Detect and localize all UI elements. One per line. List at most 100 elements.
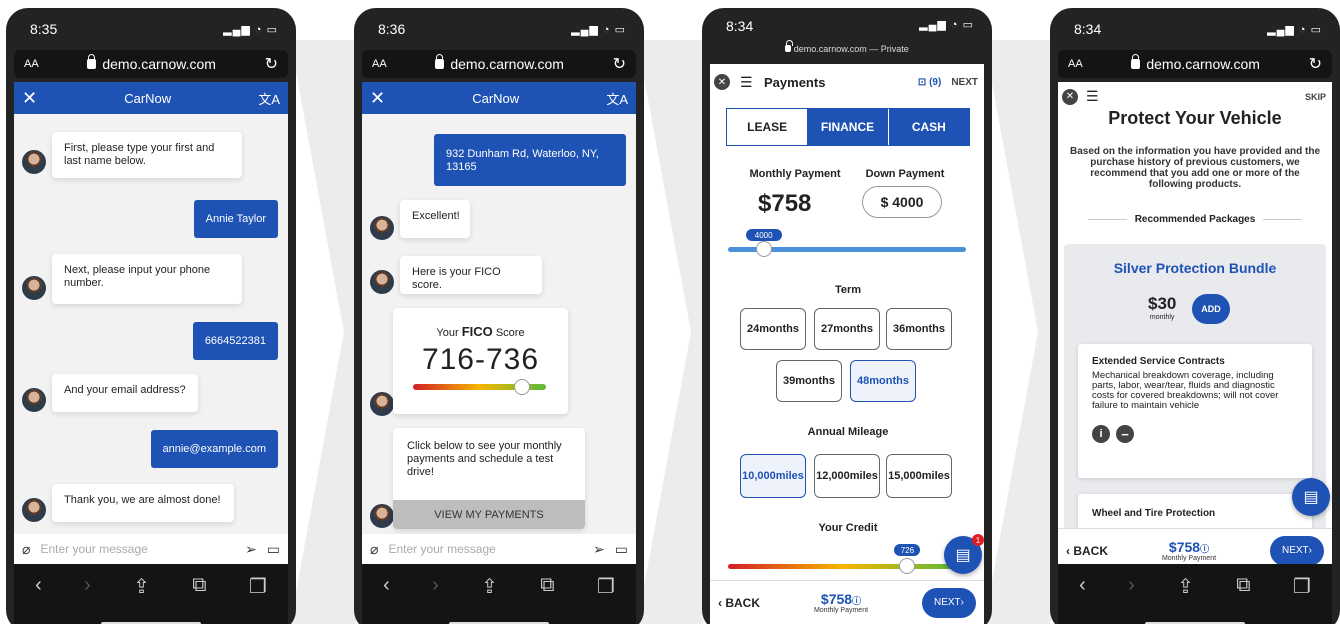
message-input[interactable]: Enter your message	[388, 542, 583, 556]
skip-button[interactable]: SKIP	[1305, 92, 1326, 102]
tabs-icon[interactable]: ❐	[249, 574, 267, 599]
bookmarks-icon[interactable]: ⧉	[1236, 574, 1250, 597]
phone-payments: 8:34 ▂▄▆ ◔ ▭ demo.carnow.com — Private ✕…	[702, 8, 992, 624]
bot-message-text: Excellent!	[400, 200, 470, 238]
bundle-name: Silver Protection Bundle	[1113, 260, 1277, 276]
text-size-button[interactable]: AA	[1068, 58, 1083, 70]
term-option[interactable]: 36 months	[886, 308, 952, 350]
user-message: Annie Taylor	[193, 200, 278, 238]
term-label: Term	[834, 284, 862, 296]
send-icon[interactable]: ➢	[593, 541, 605, 558]
send-icon[interactable]: ➢	[245, 541, 257, 558]
reload-icon[interactable]: ↻	[265, 54, 278, 74]
back-icon[interactable]: ‹	[35, 574, 42, 597]
close-icon[interactable]: ✕	[1062, 88, 1078, 105]
reload-icon[interactable]: ↻	[613, 54, 626, 74]
term-option-selected[interactable]: 48 months	[850, 360, 916, 402]
back-icon[interactable]: ‹	[383, 574, 390, 597]
close-icon[interactable]: ✕	[22, 88, 37, 109]
close-icon[interactable]: ✕	[714, 74, 730, 90]
bot-message-text: Here is your FICO score.	[400, 256, 542, 294]
view-payments-button[interactable]: VIEW MY PAYMENTS	[393, 500, 585, 529]
address-bar[interactable]: AA demo.carnow.com ↻	[14, 50, 288, 78]
down-payment-label: Down Payment	[865, 168, 945, 180]
chat-title: CarNow	[124, 90, 172, 106]
forward-icon[interactable]: ›	[1128, 574, 1135, 597]
product-title: Extended Service Contracts	[1092, 356, 1225, 367]
video-icon[interactable]: ▭	[267, 541, 280, 558]
video-icon[interactable]: ▭	[615, 541, 628, 558]
bot-message-text: Next, please input your phone number.	[52, 254, 242, 304]
down-payment-slider[interactable]: 4000	[728, 229, 966, 257]
notification-badge: 1	[972, 534, 984, 546]
signal-wifi-battery-icon: ▂▄▆ ◔ ▭	[571, 23, 626, 36]
tab-finance[interactable]: FINANCE	[807, 109, 888, 145]
tab-cash[interactable]: CASH	[887, 109, 969, 145]
close-icon[interactable]: ✕	[370, 88, 385, 109]
share-icon[interactable]: ⇪	[133, 574, 150, 599]
bundle-price-period: monthly	[1149, 314, 1175, 321]
next-button[interactable]: NEXT ›	[921, 587, 976, 618]
back-button[interactable]: ‹ BACK	[718, 596, 760, 610]
bookmarks-icon[interactable]: ⧉	[192, 574, 206, 597]
address-bar[interactable]: demo.carnow.com — Private	[702, 40, 992, 54]
slider-value-tooltip: 4000	[745, 229, 782, 241]
message-input[interactable]: Enter your message	[40, 542, 235, 556]
chat-fab[interactable]: ▤ 1	[944, 534, 984, 574]
payments-footer: ‹ BACK $758ⓘ Monthly Payment NEXT ›	[710, 580, 984, 624]
text-size-button[interactable]: AA	[24, 58, 39, 70]
back-button[interactable]: ‹ BACK	[1066, 544, 1108, 558]
translate-icon[interactable]: 文A	[258, 89, 280, 108]
menu-icon[interactable]: ☰	[740, 74, 754, 91]
tabs-icon[interactable]: ❐	[1293, 574, 1311, 599]
remove-icon[interactable]: −	[1116, 425, 1134, 443]
term-option[interactable]: 27 months	[814, 308, 880, 350]
payment-type-tabs: LEASE FINANCE CASH	[726, 108, 970, 146]
bookmarks-icon[interactable]: ⧉	[540, 574, 554, 597]
translate-icon[interactable]: 文A	[606, 89, 628, 108]
share-icon[interactable]: ⇪	[481, 574, 498, 599]
back-icon[interactable]: ‹	[1079, 574, 1086, 597]
share-icon[interactable]: ⇪	[1177, 574, 1194, 599]
url-text: demo.carnow.com — Private	[793, 44, 909, 54]
tab-lease[interactable]: LEASE	[727, 109, 808, 145]
term-option[interactable]: 24 months	[740, 308, 806, 350]
page-title: Protect Your Vehicle	[1108, 108, 1282, 128]
browser-toolbar: ‹ › ⇪ ⧉ ❐	[1058, 564, 1332, 624]
header-next-button[interactable]: NEXT	[951, 77, 978, 88]
chat-fab[interactable]: ▤	[1292, 478, 1330, 516]
next-button[interactable]: NEXT ›	[1269, 535, 1324, 566]
status-time: 8:34	[1074, 21, 1102, 37]
down-payment-input[interactable]: $ 4000	[862, 186, 942, 218]
mileage-option-selected[interactable]: 10,000 miles	[740, 454, 806, 498]
fico-label-suffix: Score	[495, 327, 525, 339]
saved-count: (9)	[929, 76, 942, 88]
menu-icon[interactable]: ☰	[1086, 88, 1100, 105]
mileage-label: Annual Mileage	[807, 426, 889, 438]
chat-thread[interactable]: First, please type your first and last n…	[14, 114, 288, 534]
fico-gauge-knob	[514, 379, 531, 395]
message-composer: ⌀ Enter your message ➢ ▭	[14, 534, 288, 564]
address-bar[interactable]: AA demo.carnow.com ↻	[1058, 50, 1332, 78]
next-chevron-icon: ›	[1308, 545, 1312, 556]
reload-icon[interactable]: ↻	[1309, 54, 1322, 74]
term-option[interactable]: 39 months	[776, 360, 842, 402]
mileage-option[interactable]: 15,000 miles	[886, 454, 952, 498]
forward-icon[interactable]: ›	[432, 574, 439, 597]
fico-gauge	[413, 379, 546, 395]
attach-icon[interactable]: ⌀	[370, 541, 378, 558]
saved-vehicles-button[interactable]: ⊡ (9)	[918, 77, 941, 88]
forward-icon[interactable]: ›	[84, 574, 91, 597]
tabs-icon[interactable]: ❐	[597, 574, 615, 599]
address-bar[interactable]: AA demo.carnow.com ↻	[362, 50, 636, 78]
attach-icon[interactable]: ⌀	[22, 541, 30, 558]
chat-thread[interactable]: 932 Dunham Rd, Waterloo, NY, 13165 Excel…	[362, 114, 636, 534]
text-size-button[interactable]: AA	[372, 58, 387, 70]
add-bundle-button[interactable]: ADD	[1192, 294, 1230, 324]
info-icon[interactable]: i	[1092, 425, 1110, 443]
recommended-heading: Recommended Packages	[1088, 214, 1302, 225]
bot-message-text: Thank you, we are almost done!	[52, 484, 234, 522]
slider-knob[interactable]	[755, 241, 772, 257]
mileage-option[interactable]: 12,000 miles	[814, 454, 880, 498]
user-message: 932 Dunham Rd, Waterloo, NY, 13165	[434, 134, 626, 186]
